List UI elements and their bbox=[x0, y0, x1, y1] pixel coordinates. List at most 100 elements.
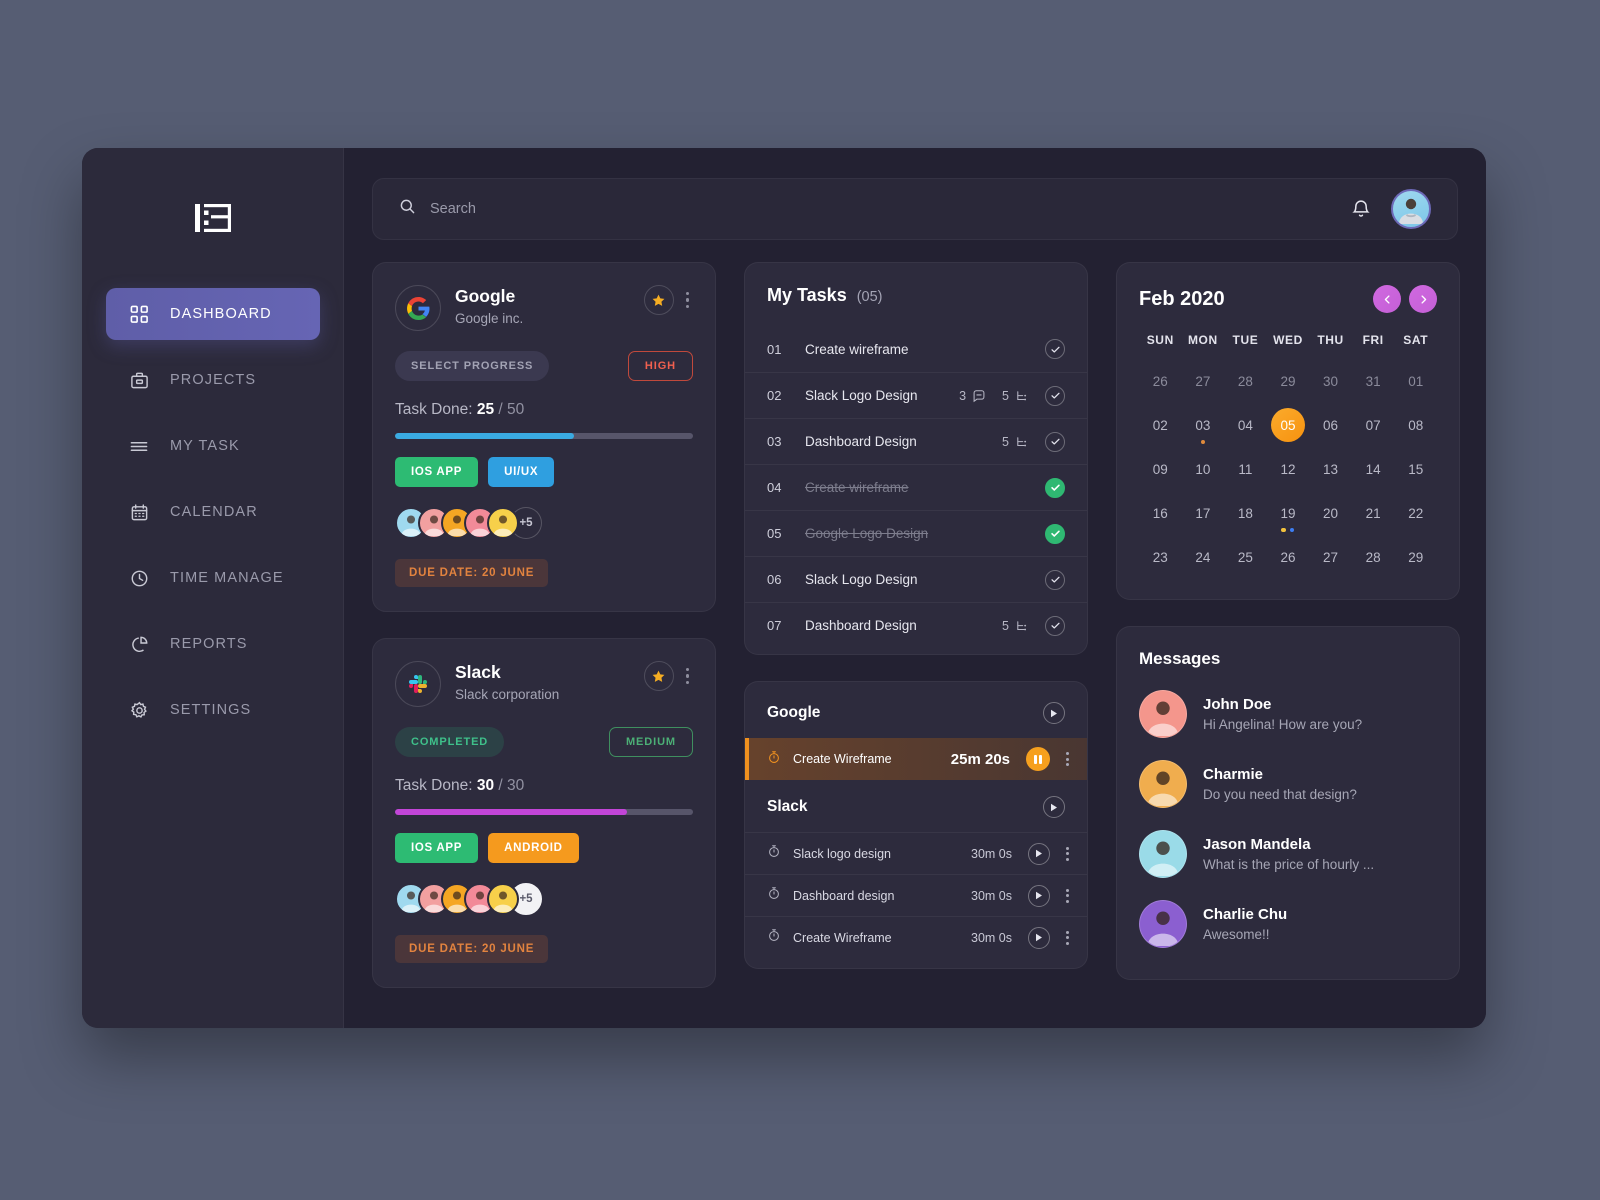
more-options-icon[interactable] bbox=[1062, 846, 1069, 861]
member-avatar[interactable] bbox=[487, 507, 519, 539]
table-row[interactable]: 02 Slack Logo Design 3 5 bbox=[745, 372, 1087, 418]
calendar-day[interactable]: 13 bbox=[1309, 449, 1352, 489]
calendar-day[interactable]: 18 bbox=[1224, 493, 1267, 533]
sidebar-item-reports[interactable]: REPORTS bbox=[106, 618, 320, 670]
more-options-icon[interactable] bbox=[682, 667, 694, 685]
calendar-day[interactable]: 26 bbox=[1267, 537, 1310, 577]
calendar-day[interactable]: 03 bbox=[1182, 405, 1225, 445]
calendar-day[interactable]: 21 bbox=[1352, 493, 1395, 533]
calendar-day[interactable]: 29 bbox=[1267, 361, 1310, 401]
list-item[interactable]: John Doe Hi Angelina! How are you? bbox=[1139, 679, 1437, 749]
more-options-icon[interactable] bbox=[1062, 888, 1069, 903]
sidebar-item-settings[interactable]: SETTINGS bbox=[106, 684, 320, 736]
calendar-day[interactable]: 08 bbox=[1394, 405, 1437, 445]
timer-row[interactable]: Create Wireframe 25m 20s bbox=[745, 738, 1087, 780]
project-card-slack[interactable]: Slack Slack corporation COMPLETED MEDIUM… bbox=[372, 638, 716, 988]
play-icon[interactable] bbox=[1043, 702, 1065, 724]
timer-row[interactable]: Create Wireframe 30m 0s bbox=[745, 916, 1087, 958]
calendar-day[interactable]: 25 bbox=[1224, 537, 1267, 577]
sidebar-item-projects[interactable]: PROJECTS bbox=[106, 354, 320, 406]
calendar-day[interactable]: 11 bbox=[1224, 449, 1267, 489]
project-card-google[interactable]: Google Google inc. SELECT PROGRESS HIGH … bbox=[372, 262, 716, 612]
tag[interactable]: UI/UX bbox=[488, 457, 555, 487]
task-checkbox[interactable] bbox=[1045, 431, 1065, 452]
list-item[interactable]: Charmie Do you need that design? bbox=[1139, 749, 1437, 819]
calendar-day[interactable]: 02 bbox=[1139, 405, 1182, 445]
sidebar-item-my-task[interactable]: MY TASK bbox=[106, 420, 320, 472]
calendar-day[interactable]: 14 bbox=[1352, 449, 1395, 489]
sidebar-item-time-manage[interactable]: TIME MANAGE bbox=[106, 552, 320, 604]
tag[interactable]: IOS APP bbox=[395, 457, 479, 487]
star-icon[interactable] bbox=[643, 285, 674, 315]
status-badge[interactable]: COMPLETED bbox=[395, 727, 505, 757]
calendar-day[interactable]: 31 bbox=[1352, 361, 1395, 401]
table-row[interactable]: 07 Dashboard Design 5 bbox=[745, 602, 1087, 648]
calendar-day[interactable]: 07 bbox=[1352, 405, 1395, 445]
task-checkbox[interactable] bbox=[1045, 385, 1065, 406]
more-options-icon[interactable] bbox=[1062, 930, 1069, 945]
list-item[interactable]: Charlie Chu Awesome!! bbox=[1139, 889, 1437, 959]
pause-icon[interactable] bbox=[1026, 747, 1050, 771]
calendar-day[interactable]: 24 bbox=[1182, 537, 1225, 577]
sidebar-nav: DASHBOARD PROJECTS MY TASK CALENDAR TIME… bbox=[82, 288, 344, 736]
calendar-day[interactable]: 20 bbox=[1309, 493, 1352, 533]
calendar-day[interactable]: 04 bbox=[1224, 405, 1267, 445]
calendar-day[interactable]: 17 bbox=[1182, 493, 1225, 533]
calendar-day[interactable]: 23 bbox=[1139, 537, 1182, 577]
timer-row[interactable]: Dashboard design 30m 0s bbox=[745, 874, 1087, 916]
chevron-left-icon[interactable] bbox=[1373, 285, 1401, 313]
calendar-day-number: 15 bbox=[1408, 461, 1424, 477]
calendar-day[interactable]: 27 bbox=[1182, 361, 1225, 401]
calendar-day-number: 28 bbox=[1237, 373, 1253, 389]
sidebar-item-dashboard[interactable]: DASHBOARD bbox=[106, 288, 320, 340]
panel-title: Messages bbox=[1139, 649, 1221, 668]
timer-row[interactable]: Slack logo design 30m 0s bbox=[745, 832, 1087, 874]
task-checkbox[interactable] bbox=[1045, 477, 1065, 498]
calendar-day[interactable]: 28 bbox=[1224, 361, 1267, 401]
search-input[interactable] bbox=[430, 201, 1351, 217]
calendar-day[interactable]: 19 bbox=[1267, 493, 1310, 533]
table-row[interactable]: 05 Google Logo Design bbox=[745, 510, 1087, 556]
calendar-day[interactable]: 09 bbox=[1139, 449, 1182, 489]
calendar-day[interactable]: 10 bbox=[1182, 449, 1225, 489]
status-badge[interactable]: SELECT PROGRESS bbox=[395, 351, 550, 381]
calendar-day[interactable]: 28 bbox=[1352, 537, 1395, 577]
chevron-right-icon[interactable] bbox=[1409, 285, 1437, 313]
task-checkbox[interactable] bbox=[1045, 523, 1065, 544]
more-options-icon[interactable] bbox=[682, 291, 694, 309]
task-checkbox[interactable] bbox=[1045, 569, 1065, 590]
calendar-day[interactable]: 30 bbox=[1309, 361, 1352, 401]
sidebar-item-calendar[interactable]: CALENDAR bbox=[106, 486, 320, 538]
star-icon[interactable] bbox=[643, 661, 674, 691]
calendar-day[interactable]: 12 bbox=[1267, 449, 1310, 489]
task-checkbox[interactable] bbox=[1045, 615, 1065, 636]
table-row[interactable]: 01 Create wireframe bbox=[745, 326, 1087, 372]
table-row[interactable]: 04 Create wireframe bbox=[745, 464, 1087, 510]
more-options-icon[interactable] bbox=[1062, 752, 1069, 766]
calendar-day-number: 08 bbox=[1408, 417, 1424, 433]
task-checkbox[interactable] bbox=[1045, 339, 1065, 359]
task-name: Slack Logo Design bbox=[805, 388, 918, 403]
tag[interactable]: ANDROID bbox=[488, 833, 579, 863]
table-row[interactable]: 03 Dashboard Design 5 bbox=[745, 418, 1087, 464]
calendar-day[interactable]: 29 bbox=[1394, 537, 1437, 577]
calendar-day[interactable]: 06 bbox=[1309, 405, 1352, 445]
user-avatar[interactable] bbox=[1391, 189, 1431, 229]
play-icon[interactable] bbox=[1028, 884, 1050, 907]
member-avatar[interactable] bbox=[487, 883, 519, 915]
calendar-day[interactable]: 27 bbox=[1309, 537, 1352, 577]
tag[interactable]: IOS APP bbox=[395, 833, 479, 863]
calendar-day[interactable]: 22 bbox=[1394, 493, 1437, 533]
calendar-day[interactable]: 26 bbox=[1139, 361, 1182, 401]
project-tags: IOS APP UI/UX bbox=[395, 457, 693, 487]
calendar-day[interactable]: 16 bbox=[1139, 493, 1182, 533]
calendar-day[interactable]: 15 bbox=[1394, 449, 1437, 489]
calendar-day[interactable]: 05 bbox=[1267, 405, 1310, 445]
list-item[interactable]: Jason Mandela What is the price of hourly… bbox=[1139, 819, 1437, 889]
bell-icon[interactable] bbox=[1351, 199, 1371, 220]
calendar-day[interactable]: 01 bbox=[1394, 361, 1437, 401]
table-row[interactable]: 06 Slack Logo Design bbox=[745, 556, 1087, 602]
play-icon[interactable] bbox=[1028, 926, 1050, 949]
play-icon[interactable] bbox=[1028, 842, 1050, 865]
play-icon[interactable] bbox=[1043, 796, 1065, 818]
